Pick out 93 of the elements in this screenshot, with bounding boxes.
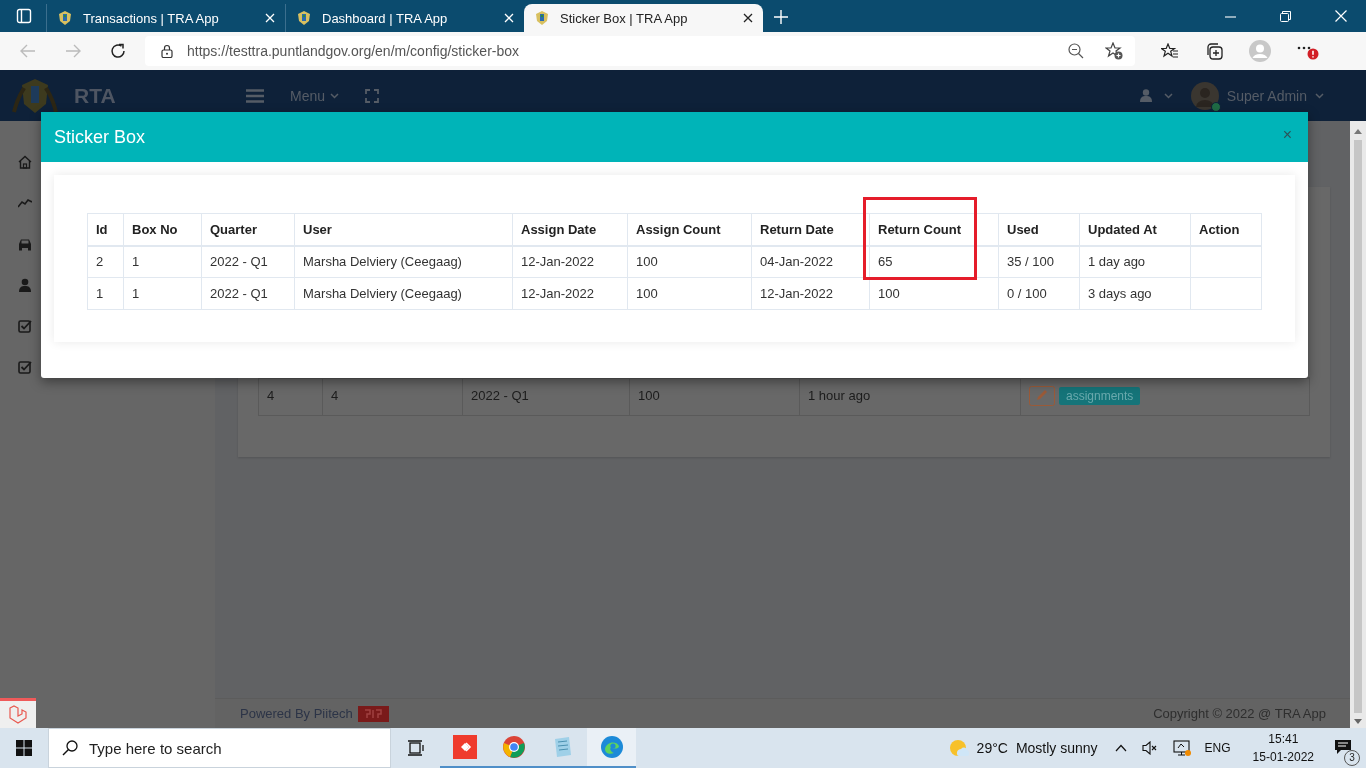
cube-logo-icon <box>8 704 28 725</box>
chevron-down-icon[interactable] <box>1163 92 1173 99</box>
notification-count: 3 <box>1344 749 1360 766</box>
table-cell: 2 <box>96 254 104 270</box>
edge-app-icon[interactable] <box>599 735 624 759</box>
tab-title: Transactions | TRA App <box>83 10 220 26</box>
temperature-text[interactable]: 29°C <box>976 740 1008 756</box>
new-tab-icon[interactable] <box>774 10 788 24</box>
speaker-muted-icon[interactable] <box>1141 741 1158 755</box>
company-logo-icon <box>357 705 389 722</box>
column-header: Return Count <box>869 213 999 246</box>
close-icon[interactable] <box>743 13 753 23</box>
menu-icon[interactable] <box>246 88 264 103</box>
modal-title: Sticker Box <box>54 126 146 148</box>
browser-app-icon[interactable] <box>501 735 526 759</box>
table-cell: 3 days ago <box>1088 286 1152 301</box>
user-icon[interactable] <box>1139 89 1152 102</box>
table-cell: 100 <box>636 286 658 301</box>
user-icon[interactable] <box>18 278 32 292</box>
column-header: Quarter <box>201 213 295 246</box>
table-cell: 0 / 100 <box>1007 286 1047 301</box>
table-cell: 1 <box>132 254 140 270</box>
table-cell: 100 <box>636 254 658 270</box>
column-header: Id <box>87 213 124 246</box>
collections-icon[interactable] <box>1205 42 1223 60</box>
table-cell: 35 / 100 <box>1007 254 1054 270</box>
table-cell: 4 <box>331 388 339 403</box>
avatar-icon[interactable] <box>1190 81 1219 110</box>
lock-icon <box>161 44 173 58</box>
table-cell: Marsha Delviery (Ceegaag) <box>303 286 462 301</box>
column-header: Updated At <box>1079 213 1191 246</box>
table-cell: 2022 - Q1 <box>210 286 268 301</box>
column-header: Used <box>998 213 1080 246</box>
fullscreen-icon[interactable] <box>365 88 380 103</box>
car-icon[interactable] <box>18 237 32 251</box>
table-cell: 1 day ago <box>1088 254 1146 270</box>
table-cell: 65 <box>878 254 893 270</box>
tab-actions-icon[interactable] <box>16 8 32 24</box>
chevron-down-icon <box>330 92 340 99</box>
table-cell: 100 <box>878 286 900 301</box>
table-cell: 12-Jan-2022 <box>521 286 594 301</box>
column-header: Assign Count <box>627 213 752 246</box>
favorites-icon[interactable] <box>1161 43 1179 59</box>
task-view-icon[interactable] <box>407 739 424 757</box>
table-cell: 04-Jan-2022 <box>760 254 833 270</box>
table-cell: 100 <box>638 388 660 403</box>
network-icon[interactable] <box>1172 740 1191 756</box>
remote-desktop-app-icon[interactable] <box>452 735 477 759</box>
column-header: Box No <box>123 213 202 246</box>
crest-icon <box>534 10 550 26</box>
brand-name: RTA <box>74 83 116 108</box>
table-cell: 1 <box>132 286 140 301</box>
search-field[interactable]: Type here to search <box>48 728 391 768</box>
checkbox-icon[interactable] <box>18 319 32 333</box>
weather-text[interactable]: Mostly sunny <box>1015 740 1098 756</box>
browser-tab[interactable]: Sticker Box | TRA App <box>524 4 763 32</box>
column-header: Assign Date <box>512 213 628 246</box>
scrollbar[interactable] <box>1350 121 1366 728</box>
crest-icon <box>296 10 312 26</box>
tab-title: Dashboard | TRA App <box>322 10 449 26</box>
table-cell: 12-Jan-2022 <box>521 254 594 270</box>
windows-start-icon[interactable] <box>16 740 32 756</box>
table-cell: 2022 - Q1 <box>210 254 268 270</box>
chevron-down-icon <box>1315 92 1324 99</box>
scroll-up-icon[interactable] <box>1354 129 1362 134</box>
clock-date[interactable]: 15-01-2022 <box>1252 748 1314 766</box>
debugbar-tab[interactable] <box>0 698 36 728</box>
scroll-down-icon[interactable] <box>1354 719 1362 724</box>
table-cell: 1 hour ago <box>808 388 871 403</box>
table-cell: Marsha Delviery (Ceegaag) <box>303 254 462 270</box>
address-field[interactable]: https://testtra.puntlandgov.org/en/m/config/sticker-box <box>145 36 1135 66</box>
language-indicator[interactable]: ENG <box>1204 741 1231 755</box>
column-header: Action <box>1190 213 1262 246</box>
chevron-up-icon[interactable] <box>1114 744 1127 752</box>
url-text: https://testtra.puntlandgov.org/en/m/config/sticker-box <box>187 43 520 59</box>
notifications-icon[interactable] <box>1334 738 1352 755</box>
refresh-icon[interactable] <box>110 43 126 59</box>
table-cell: 2022 - Q1 <box>471 388 529 403</box>
scrollbar-thumb[interactable] <box>1354 140 1362 713</box>
search-icon <box>62 740 78 756</box>
tab-title: Sticker Box | TRA App <box>560 10 689 26</box>
zoom-out-icon[interactable] <box>1068 43 1084 59</box>
line-chart-icon[interactable] <box>18 196 32 210</box>
home-icon[interactable] <box>18 155 32 169</box>
add-favorite-icon[interactable] <box>1105 42 1123 60</box>
table-cell: 1 <box>96 286 104 301</box>
checkbox-icon[interactable] <box>18 360 32 374</box>
crest-icon <box>57 10 73 26</box>
table-cell: 12-Jan-2022 <box>760 286 833 301</box>
table-cell: 4 <box>267 388 275 403</box>
column-header: User <box>294 213 513 246</box>
restore-icon[interactable] <box>1280 11 1291 22</box>
clock-time[interactable]: 15:41 <box>1268 730 1299 748</box>
